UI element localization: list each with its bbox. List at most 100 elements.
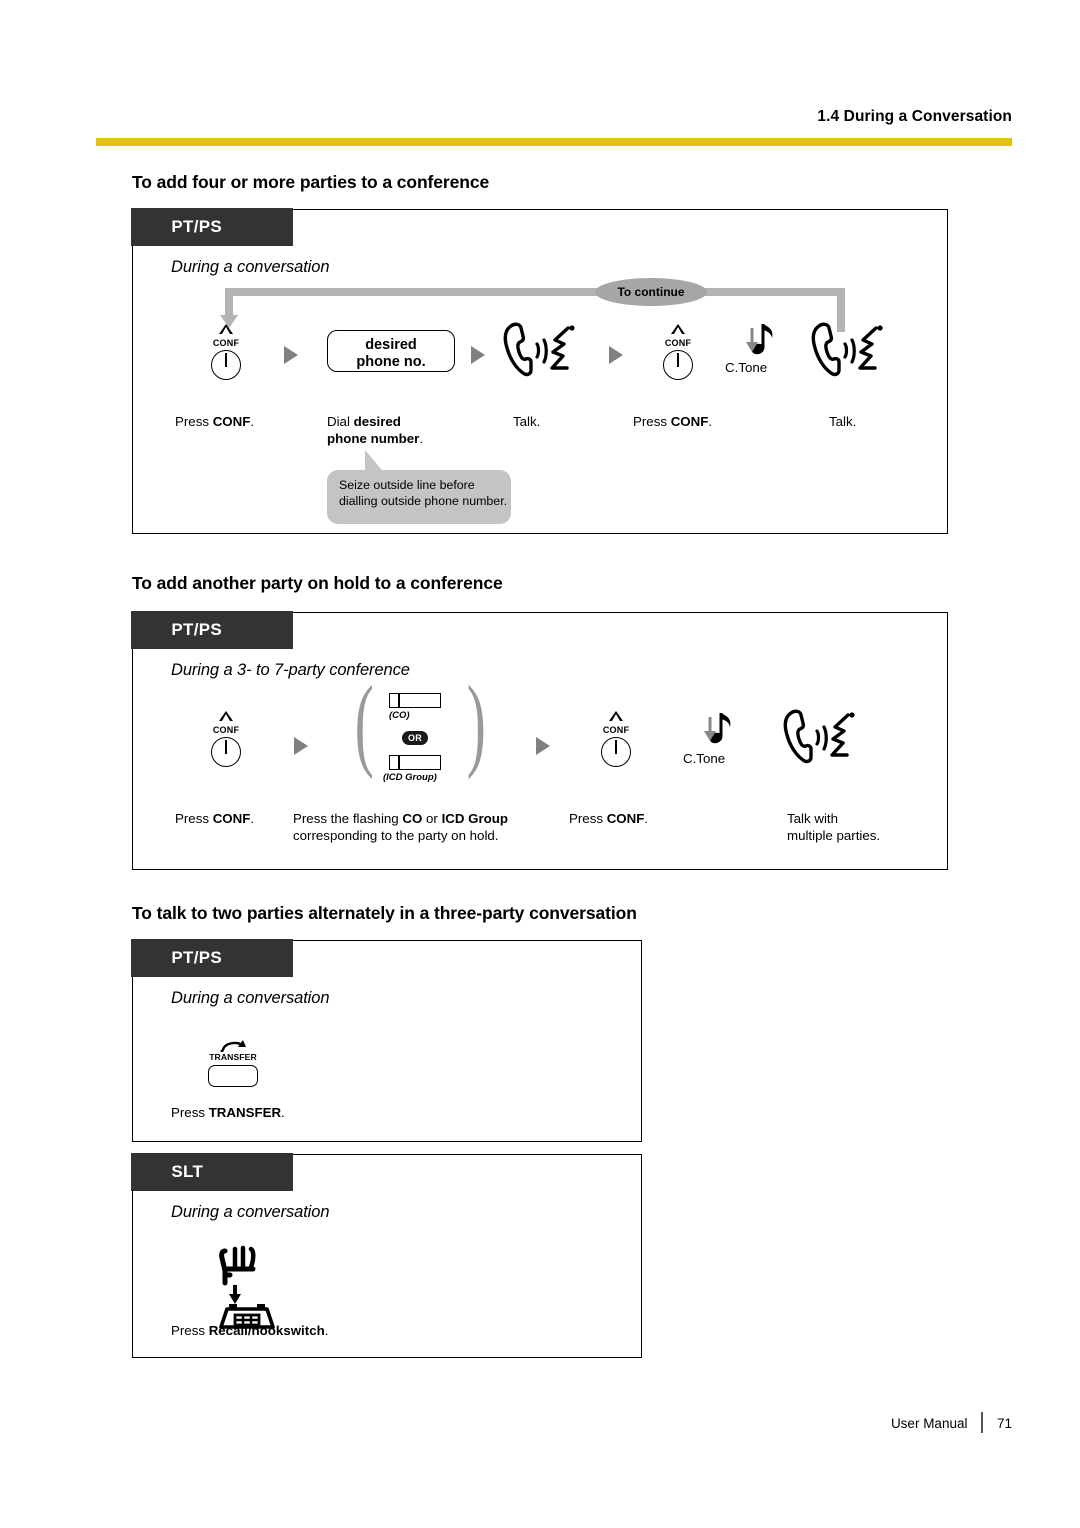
press-indicator-icon: [219, 324, 233, 334]
caption-text: Press: [175, 414, 213, 429]
music-note-svg: [704, 713, 731, 744]
dial-box-icon[interactable]: desired phone no.: [327, 330, 455, 372]
conf-key-icon-2[interactable]: CONF: [651, 322, 705, 384]
caption-text: Press: [569, 811, 607, 826]
caption-text: Dial: [327, 414, 354, 429]
to-continue-badge: To continue: [595, 278, 707, 306]
conf-key-label: CONF: [212, 338, 240, 348]
co-key-label: (CO): [389, 710, 410, 721]
caption-text: .: [708, 414, 713, 429]
caption-bold: Recall/hookswitch: [208, 1323, 325, 1338]
talk-handset-svg: [811, 322, 883, 377]
conf-key-label: CONF: [602, 725, 630, 735]
caption-text: Press: [633, 414, 671, 429]
caption-text: .: [419, 430, 424, 446]
panel-subcaption-2: During a 3- to 7-party conference: [171, 661, 410, 679]
caption-text: Press the flashing: [293, 811, 403, 826]
diagram-panel-pt-ps-2: PT/PS During a 3- to 7-party conference …: [131, 611, 948, 870]
icd-group-key-label: (ICD Group): [383, 772, 437, 783]
panel-tag-pt-ps-2: PT/PS: [131, 611, 294, 650]
confirmation-tone-label: C.Tone: [725, 360, 768, 375]
transfer-key-label: TRANSFER: [209, 1052, 257, 1062]
talk-handset-icon-1: [501, 322, 577, 385]
hookswitch-svg: [219, 1245, 275, 1329]
talk-handset-svg: [503, 322, 575, 377]
caption-text: .: [644, 811, 649, 826]
page-footer: User Manual 71: [0, 1412, 1012, 1433]
diagram-panel-slt: SLT During a conversation Press Recall/h…: [131, 1153, 642, 1358]
panel-tag-pt-ps-3: PT/PS: [131, 939, 294, 978]
step-caption-2-4: Talk with multiple parties.: [787, 811, 880, 844]
caption-text: Press: [175, 811, 213, 826]
round-key-shape: [211, 737, 241, 767]
caption-text: corresponding to the party on hold.: [293, 827, 499, 843]
footer-document-name: User Manual: [890, 1416, 968, 1431]
conf-key-label: CONF: [212, 725, 240, 735]
step-caption-1-4: Press CONF.: [633, 414, 712, 431]
section-title-2: To add another party on hold to a confer…: [132, 573, 503, 593]
caption-text: Press: [171, 1323, 209, 1338]
caption-text: .: [250, 414, 255, 429]
caption-bold: CONF: [670, 414, 709, 429]
step-caption-1-1: Press CONF.: [175, 414, 254, 431]
step-arrow-icon-3: [609, 346, 623, 364]
caption-bold: CONF: [212, 414, 251, 429]
diagram-panel-pt-ps-3: PT/PS During a conversation TRANSFER Pre…: [131, 939, 642, 1142]
caption-text: or: [422, 811, 442, 826]
music-note-svg: [746, 324, 773, 355]
brace-left-icon: (: [354, 665, 374, 780]
caption-bold: desired: [353, 414, 401, 429]
round-key-shape: [211, 350, 241, 380]
transfer-arrow-icon: [220, 1040, 246, 1052]
step-arrow-icon-5: [536, 737, 550, 755]
caption-bold: CONF: [606, 811, 645, 826]
header-rule: [96, 138, 1012, 146]
callout-bubble: Seize outside line before dialling outsi…: [327, 470, 511, 524]
dial-box-line-1: desired: [365, 337, 417, 353]
callout-line-1: Seize outside line before: [339, 478, 475, 492]
press-indicator-icon: [609, 711, 623, 721]
caption-text: .: [250, 811, 255, 826]
icd-group-key-shape[interactable]: [389, 755, 441, 770]
running-head: 1.4 During a Conversation: [817, 108, 1012, 125]
caption-bold: ICD Group: [441, 811, 509, 826]
confirmation-tone-label-2: C.Tone: [683, 751, 726, 766]
step-caption-2-2: Press the flashing CO or ICD Group corre…: [293, 811, 508, 844]
caption-bold: CONF: [212, 811, 251, 826]
footer-page-number: 71: [996, 1416, 1012, 1431]
or-separator-badge: OR: [402, 731, 428, 745]
co-key-shape[interactable]: [389, 693, 441, 708]
talk-handset-icon-2: [809, 322, 885, 385]
round-key-shape: [663, 350, 693, 380]
step-arrow-icon-2: [471, 346, 485, 364]
talk-handset-svg: [783, 709, 855, 764]
step-caption-2-1: Press CONF.: [175, 811, 254, 828]
step-arrow-icon-1: [284, 346, 298, 364]
co-or-icd-group-icon[interactable]: ( ) (CO) OR (ICD Group): [355, 671, 486, 797]
conf-key-icon-4[interactable]: CONF: [589, 709, 643, 771]
caption-text: .: [281, 1105, 285, 1120]
brace-right-icon: ): [466, 665, 486, 780]
panel-tag-slt: SLT: [131, 1153, 294, 1192]
caption-bold: TRANSFER: [208, 1105, 282, 1120]
caption-text: Press: [171, 1105, 209, 1120]
press-indicator-icon: [671, 324, 685, 334]
step-caption-1-3: Talk.: [513, 414, 541, 429]
panel-subcaption-3: During a conversation: [171, 989, 330, 1007]
footer-separator: [981, 1412, 983, 1433]
conf-key-icon-1[interactable]: CONF: [199, 322, 253, 384]
caption-text: .: [324, 1323, 329, 1338]
talk-handset-icon-3: [781, 709, 857, 772]
panel-subcaption-4: During a conversation: [171, 1203, 330, 1221]
step-caption-4-1: Press Recall/hookswitch.: [171, 1323, 328, 1340]
caption-bold: CO: [402, 811, 423, 826]
conf-key-icon-3[interactable]: CONF: [199, 709, 253, 771]
callout-line-2: dialling outside phone number.: [339, 494, 508, 508]
diagram-panel-pt-ps-1: PT/PS During a conversation To continue …: [131, 208, 948, 534]
confirmation-tone-icon-2: [699, 709, 739, 756]
loop-line-left-vertical: [225, 288, 233, 318]
transfer-key-icon[interactable]: TRANSFER: [195, 1039, 271, 1091]
panel-tag-pt-ps-1: PT/PS: [131, 208, 294, 247]
press-indicator-icon: [219, 711, 233, 721]
loop-line-top-left: [225, 288, 605, 296]
